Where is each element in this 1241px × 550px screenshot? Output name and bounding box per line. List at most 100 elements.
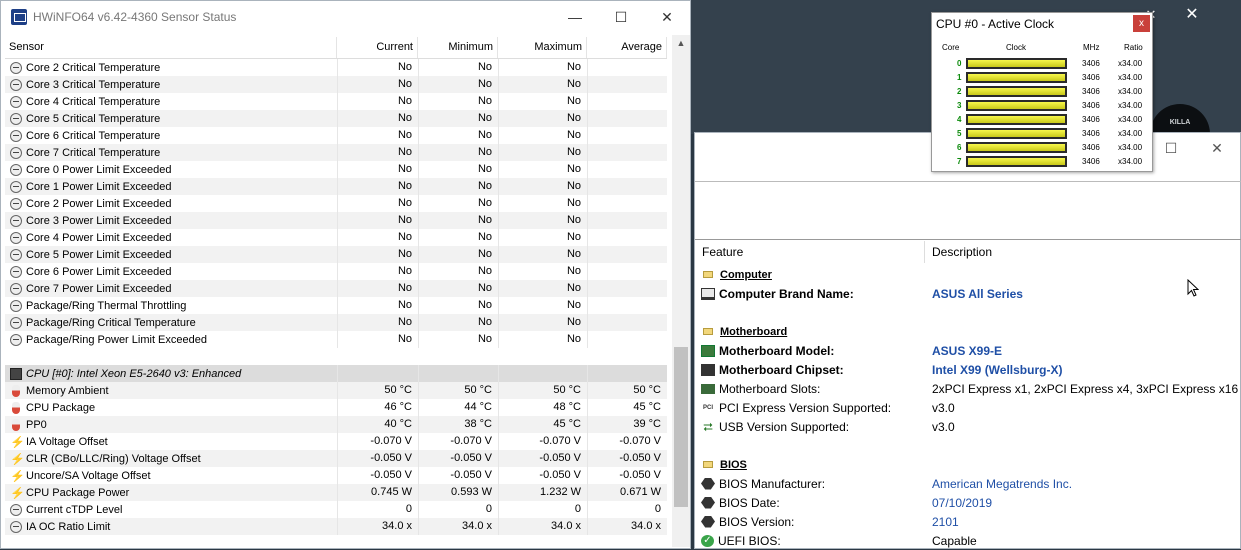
maximize-button[interactable]: ☐	[1148, 135, 1194, 161]
table-row[interactable]: ⚡ CLR (CBo/LLC/Ring) Voltage Offset -0.050…	[5, 450, 667, 467]
core-ratio: x34.00	[1118, 157, 1143, 166]
table-row[interactable]: Package/Ring Critical Temperature No No No	[5, 314, 667, 331]
sensor-group-row[interactable]: CPU [#0]: Intel Xeon E5-2640 v3: Enhance…	[5, 365, 667, 382]
sensor-label: Package/Ring Thermal Throttling	[26, 299, 187, 312]
value-minimum: 44 °C	[418, 399, 498, 416]
list-item[interactable]: Motherboard Slots: 2xPCI Express x1, 2xPC…	[695, 379, 1241, 398]
circle-icon	[10, 78, 22, 91]
table-row[interactable]: Core 6 Power Limit Exceeded No No No	[5, 263, 667, 280]
table-row[interactable]: Core 3 Critical Temperature No No No	[5, 76, 667, 93]
table-row[interactable]: Core 5 Power Limit Exceeded No No No	[5, 246, 667, 263]
table-row[interactable]: Core 4 Power Limit Exceeded No No No	[5, 229, 667, 246]
value-maximum: No	[498, 76, 587, 93]
circle-icon	[10, 333, 22, 346]
list-item[interactable]: ✓ UEFI BIOS: Capable	[695, 531, 1241, 550]
table-row[interactable]: Core 7 Critical Temperature No No No	[5, 144, 667, 161]
table-row[interactable]: Core 2 Power Limit Exceeded No No No	[5, 195, 667, 212]
column-header-current[interactable]: Current	[337, 37, 418, 58]
section-header[interactable]: BIOS	[695, 455, 1241, 474]
bios-chip-icon	[701, 477, 715, 490]
value-current: No	[337, 76, 418, 93]
table-row[interactable]: Memory Ambient 50 °C 50 °C 50 °C 50 °C	[5, 382, 667, 399]
description-value: ASUS All Series	[932, 286, 1023, 301]
table-row[interactable]: Core 0 Power Limit Exceeded No No No	[5, 161, 667, 178]
table-row[interactable]: Core 3 Power Limit Exceeded No No No	[5, 212, 667, 229]
column-header-description[interactable]: Description	[925, 241, 1241, 263]
column-header-average[interactable]: Average	[587, 37, 667, 58]
table-row[interactable]: ⚡ Uncore/SA Voltage Offset -0.050 V -0.050 …	[5, 467, 667, 484]
value-current: No	[337, 110, 418, 127]
section-header-cell: Motherboard	[695, 326, 925, 338]
core-mhz: 3406	[1082, 87, 1100, 96]
circle-icon	[10, 316, 22, 329]
close-button[interactable]: ✕	[1194, 135, 1240, 161]
column-header-feature[interactable]: Feature	[695, 241, 925, 263]
header-mhz: MHz	[1083, 43, 1100, 52]
value-current: No	[337, 246, 418, 263]
table-row[interactable]: ⚡ IA Voltage Offset -0.070 V -0.070 V -0.070…	[5, 433, 667, 450]
list-item[interactable]: Computer Brand Name: ASUS All Series	[695, 284, 1241, 303]
sensor-label: Memory Ambient	[26, 384, 109, 397]
scroll-up-icon[interactable]: ▲	[672, 35, 690, 51]
table-row[interactable]: Core 2 Critical Temperature No No No	[5, 59, 667, 76]
table-row[interactable]: Core 7 Power Limit Exceeded No No No	[5, 280, 667, 297]
minimize-button[interactable]: —	[552, 1, 598, 33]
section-header[interactable]: Motherboard	[695, 322, 1241, 341]
list-item[interactable]: BIOS Date: 07/10/2019	[695, 493, 1241, 512]
scrollbar-thumb[interactable]	[674, 347, 688, 507]
description-value: 2101	[932, 514, 959, 529]
value-current	[337, 365, 418, 382]
table-row[interactable]: Core 1 Power Limit Exceeded No No No	[5, 178, 667, 195]
column-header-sensor[interactable]: Sensor	[5, 37, 337, 58]
sensor-label: IA OC Ratio Limit	[26, 520, 111, 533]
sensor-name-cell: ⚡ CLR (CBo/LLC/Ring) Voltage Offset	[5, 453, 337, 465]
background-close-icon[interactable]: ✕	[1172, 2, 1212, 28]
list-item[interactable]: PCI PCI Express Version Supported: v3.0	[695, 398, 1241, 417]
table-row[interactable]: CPU Package 46 °C 44 °C 48 °C 45 °C	[5, 399, 667, 416]
list-item[interactable]: BIOS Version: 2101	[695, 512, 1241, 531]
value-current: -0.050 V	[337, 467, 418, 484]
list-item[interactable]: Motherboard Chipset: Intel X99 (Wellsburg…	[695, 360, 1241, 379]
feature-cell: BIOS Version:	[695, 515, 925, 529]
feature-label: BIOS Manufacturer:	[719, 476, 826, 491]
vertical-scrollbar[interactable]: ▲	[672, 35, 690, 547]
section-header-cell: Computer	[695, 269, 925, 281]
section-header[interactable]: Computer	[695, 265, 1241, 284]
clock-close-button[interactable]: x	[1133, 15, 1150, 32]
sensor-status-window: HWiNFO64 v6.42-4360 Sensor Status — ☐ ✕ …	[0, 0, 691, 549]
value-average: -0.070 V	[587, 433, 667, 450]
value-average	[587, 331, 667, 348]
maximize-button[interactable]: ☐	[598, 1, 644, 33]
core-id: 2	[957, 87, 962, 96]
table-row[interactable]: ⚡ CPU Package Power 0.745 W 0.593 W 1.232 W0…	[5, 484, 667, 501]
core-clock-row: 5 3406 x34.00	[932, 127, 1154, 141]
table-row[interactable]: Current cTDP Level 0 0 0 0	[5, 501, 667, 518]
table-row[interactable]: Package/Ring Power Limit Exceeded No No No	[5, 331, 667, 348]
table-row[interactable]: Core 4 Critical Temperature No No No	[5, 93, 667, 110]
list-item[interactable]: ⮂ USB Version Supported: v3.0	[695, 417, 1241, 436]
table-row[interactable]: PP0 40 °C 38 °C 45 °C 39 °C	[5, 416, 667, 433]
sensor-label: PP0	[26, 418, 47, 431]
close-button[interactable]: ✕	[644, 1, 690, 33]
core-clock-row: 0 3406 x34.00	[932, 57, 1154, 71]
value-minimum: No	[418, 59, 498, 76]
core-mhz: 3406	[1082, 59, 1100, 68]
list-item[interactable]: Motherboard Model: ASUS X99-E	[695, 341, 1241, 360]
lightning-icon: ⚡	[10, 435, 25, 448]
table-row[interactable]: IA OC Ratio Limit 34.0 x 34.0 x 34.0 x 34.0 …	[5, 518, 667, 535]
value-average	[587, 110, 667, 127]
sensor-name-cell: Core 7 Critical Temperature	[5, 146, 337, 159]
table-row[interactable]: Package/Ring Thermal Throttling No No No	[5, 297, 667, 314]
table-row[interactable]: Core 5 Critical Temperature No No No	[5, 110, 667, 127]
core-id: 5	[957, 129, 962, 138]
table-row[interactable]: Core 6 Critical Temperature No No No	[5, 127, 667, 144]
list-item[interactable]: BIOS Manufacturer: American Megatrends In…	[695, 474, 1241, 493]
column-header-maximum[interactable]: Maximum	[498, 37, 587, 58]
bios-chip-icon	[701, 496, 715, 509]
clock-bar-fill	[968, 144, 1065, 151]
column-header-minimum[interactable]: Minimum	[418, 37, 498, 58]
section-label: BIOS	[720, 458, 747, 471]
clock-bar-fill	[968, 88, 1065, 95]
sensor-label: CPU Package Power	[26, 486, 130, 499]
sensor-titlebar: HWiNFO64 v6.42-4360 Sensor Status — ☐ ✕	[1, 1, 690, 33]
